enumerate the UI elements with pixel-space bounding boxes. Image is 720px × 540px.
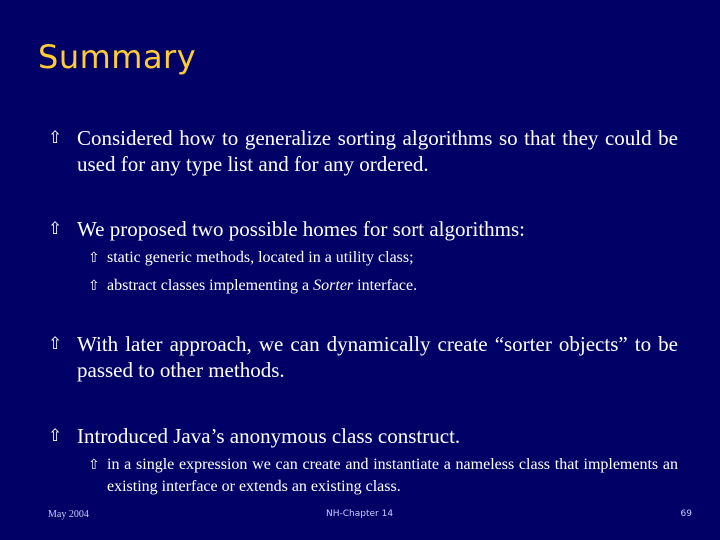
up-arrow-bullet-icon: ⇧ — [88, 278, 100, 294]
up-arrow-bullet-icon: ⇧ — [48, 219, 63, 239]
sub-bullet-text: abstract classes implementing a Sorter i… — [107, 277, 418, 294]
bullet-4: ⇧ Introduced Java’s anonymous class cons… — [48, 423, 678, 449]
sub-bullet-text: static generic methods, located in a uti… — [107, 249, 414, 266]
up-arrow-bullet-icon: ⇧ — [88, 250, 100, 266]
bullet-text: Considered how to generalize sorting alg… — [77, 126, 678, 176]
sub-bullet-2-2: ⇧ abstract classes implementing a Sorter… — [88, 275, 678, 297]
bullet-text: We proposed two possible homes for sort … — [77, 217, 526, 241]
up-arrow-bullet-icon: ⇧ — [48, 128, 63, 148]
sub-bullet-text: in a single expression we can create and… — [107, 456, 678, 495]
bullet-text: Introduced Java’s anonymous class constr… — [77, 424, 461, 448]
footer-chapter: NH-Chapter 14 — [326, 509, 394, 519]
bullet-1: ⇧ Considered how to generalize sorting a… — [48, 125, 678, 177]
bullet-2: ⇧ We proposed two possible homes for sor… — [48, 216, 678, 242]
sub-bullet-4-1: ⇧ in a single expression we can create a… — [88, 454, 678, 498]
footer-date: May 2004 — [48, 509, 89, 520]
bullet-3: ⇧ With later approach, we can dynamicall… — [48, 331, 678, 383]
footer-page-number: 69 — [680, 509, 692, 519]
up-arrow-bullet-icon: ⇧ — [48, 426, 63, 446]
sub-bullet-2-1: ⇧ static generic methods, located in a u… — [88, 247, 678, 269]
bullet-text: With later approach, we can dynamically … — [77, 332, 678, 382]
slide-title: Summary — [38, 38, 197, 76]
sorter-term: Sorter — [313, 277, 354, 294]
up-arrow-bullet-icon: ⇧ — [88, 457, 100, 473]
up-arrow-bullet-icon: ⇧ — [48, 334, 63, 354]
